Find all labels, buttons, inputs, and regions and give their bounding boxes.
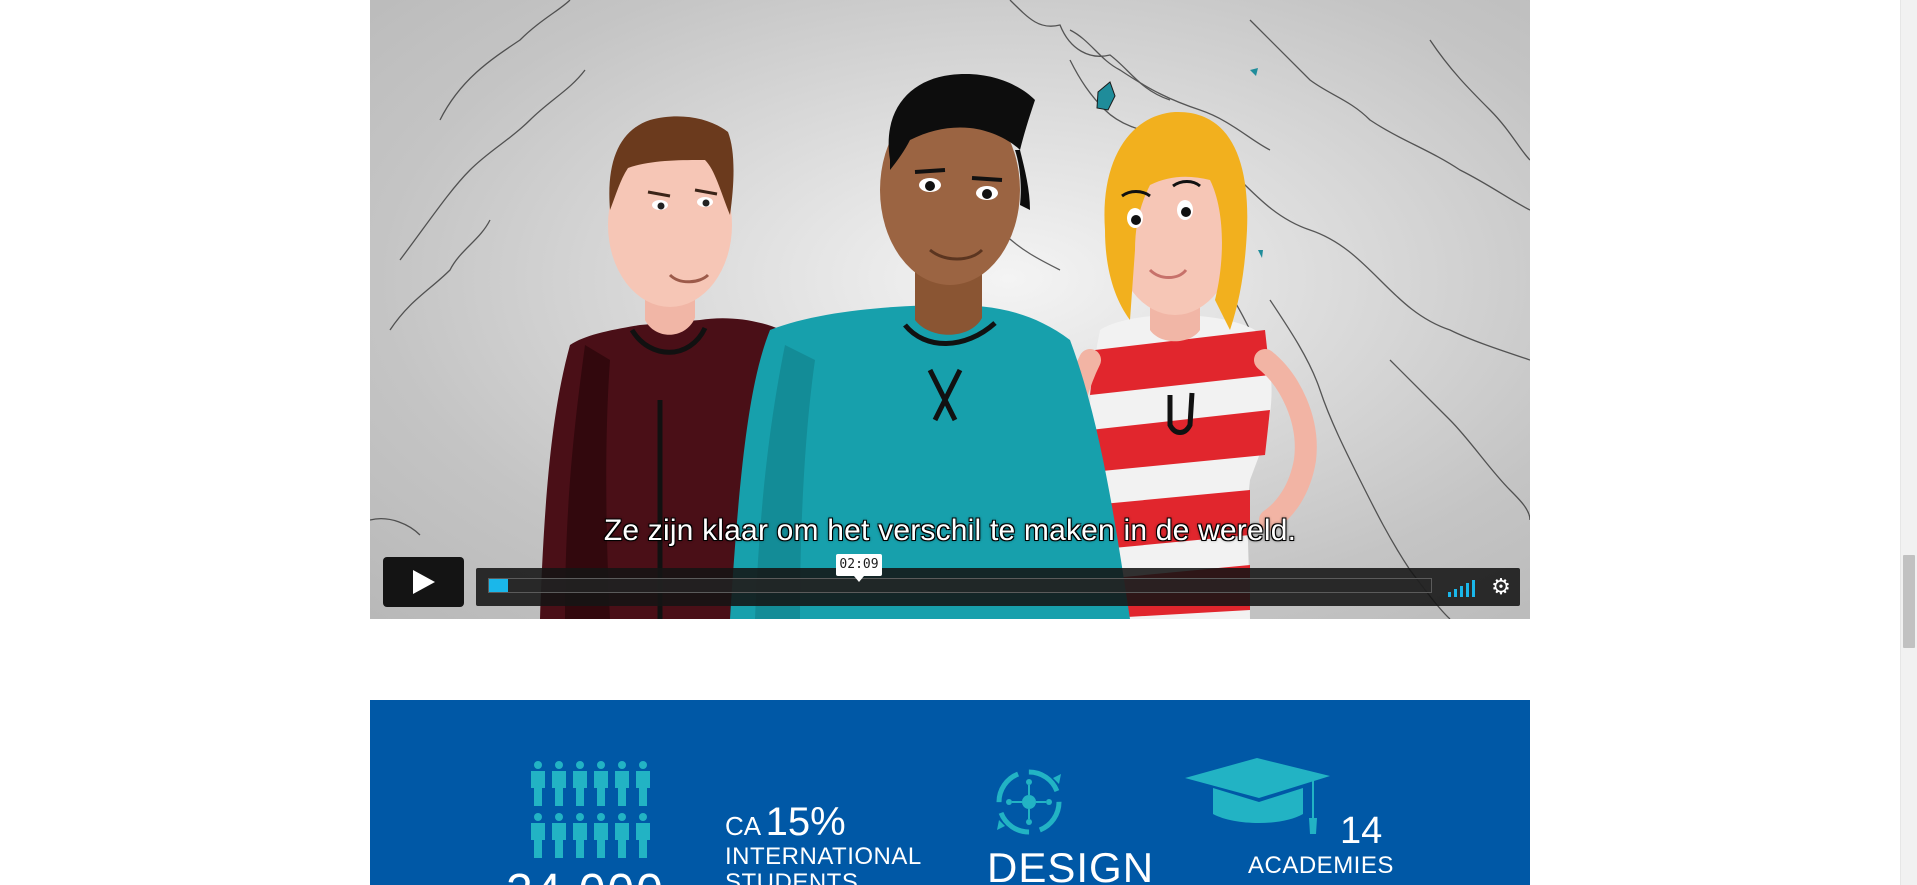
international-label-line2: STUDENTS — [725, 869, 859, 885]
international-label: INTERNATIONAL STUDENTS — [725, 844, 922, 885]
design-cycle-icon — [996, 769, 1062, 835]
students-number: 24.000 — [506, 868, 665, 885]
video-controls-bar: ⚙ — [476, 568, 1520, 606]
percentage-prefix: CA — [725, 811, 762, 841]
progress-played — [489, 579, 508, 592]
volume-icon[interactable] — [1448, 577, 1480, 597]
video-subtitle: Ze zijn klaar om het verschil te maken i… — [603, 514, 1297, 547]
scrollbar-thumb[interactable] — [1903, 555, 1915, 648]
time-tooltip: 02:09 — [836, 554, 882, 582]
percentage-value: 15% — [765, 800, 846, 844]
international-label-line1: INTERNATIONAL — [725, 843, 922, 870]
page-scrollbar[interactable] — [1900, 0, 1917, 885]
design-label: DESIGN — [987, 844, 1155, 885]
play-icon — [413, 570, 435, 594]
gear-icon[interactable]: ⚙ — [1490, 576, 1512, 598]
stats-banner: 24.000 CA 15% INTERNATIONAL STUDENTS DES… — [370, 700, 1530, 885]
video-player[interactable]: Ze zijn klaar om het verschil te maken i… — [370, 0, 1530, 619]
graduation-cap-icon — [1185, 758, 1330, 834]
progress-bar[interactable] — [488, 578, 1432, 593]
people-grid-icon — [528, 760, 654, 860]
play-button[interactable] — [383, 557, 464, 607]
international-percentage: CA 15% — [725, 800, 846, 845]
academies-number: 14 — [1340, 810, 1383, 852]
academies-label: ACADEMIES — [1248, 852, 1394, 879]
